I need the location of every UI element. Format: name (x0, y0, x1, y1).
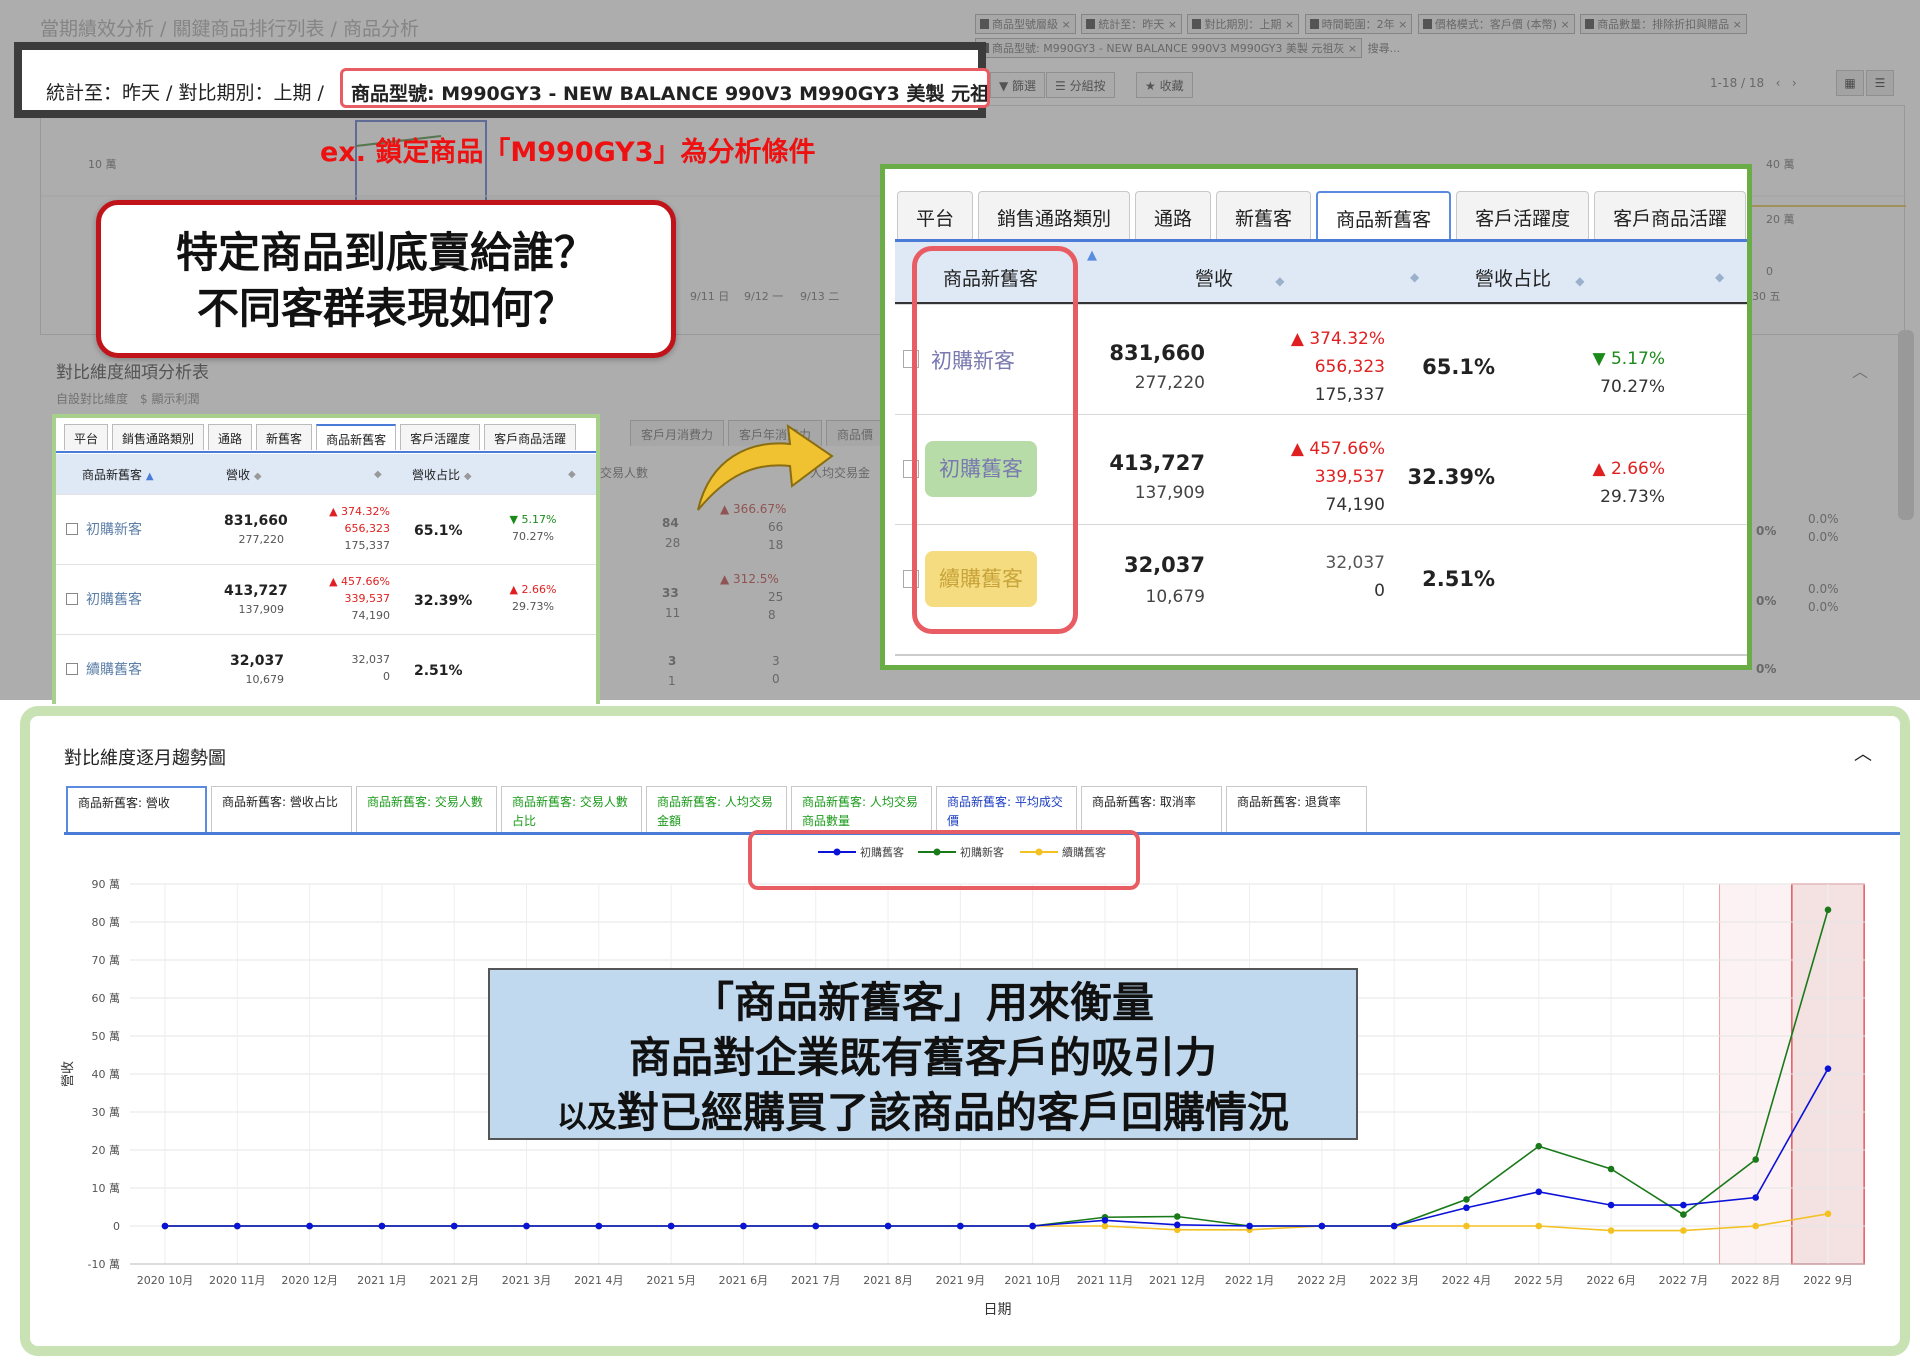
x-tick-label: 2021 4月 (574, 1274, 624, 1287)
explanation-note: 「商品新舊客」用來衡量 商品對企業既有舊客戶的吸引力 以及對已經購買了該商品的客… (488, 968, 1358, 1140)
data-point (234, 1222, 241, 1230)
data-point (1535, 1188, 1543, 1196)
x-tick-label: 2022 1月 (1225, 1274, 1275, 1287)
data-point (1463, 1204, 1470, 1212)
data-point (1246, 1222, 1253, 1230)
data-point (1535, 1222, 1543, 1230)
x-tick-label: 2021 1月 (357, 1274, 407, 1287)
data-point (1101, 1217, 1109, 1224)
x-tick-label: 2021 2月 (429, 1274, 479, 1287)
data-point (595, 1222, 603, 1230)
data-point (740, 1222, 747, 1230)
data-point (1535, 1142, 1543, 1150)
x-tick-label: 2021 7月 (791, 1274, 841, 1287)
data-point (1607, 1227, 1615, 1234)
data-point (1029, 1222, 1036, 1230)
y-tick-label: 0 (113, 1220, 120, 1233)
data-point (450, 1222, 458, 1230)
x-axis-label: 日期 (984, 1302, 1012, 1318)
data-point (1463, 1196, 1470, 1203)
data-point (1752, 1222, 1759, 1230)
x-tick-label: 2021 11月 (1077, 1274, 1134, 1287)
legend-highlight-box (748, 830, 1140, 890)
y-tick-label: 60 萬 (92, 992, 121, 1005)
x-tick-label: 2020 11月 (209, 1274, 266, 1287)
data-point (1824, 906, 1832, 914)
data-point (1390, 1222, 1398, 1230)
x-tick-label: 2020 10月 (137, 1274, 194, 1287)
x-tick-label: 2022 9月 (1803, 1274, 1853, 1287)
y-tick-label: 70 萬 (92, 954, 121, 967)
y-tick-label: -10 萬 (88, 1258, 120, 1271)
data-point (1680, 1227, 1687, 1234)
data-point (1173, 1213, 1181, 1220)
x-tick-label: 2020 12月 (281, 1274, 338, 1287)
x-tick-label: 2022 3月 (1369, 1274, 1419, 1287)
series-line (165, 1213, 1829, 1232)
x-tick-label: 2022 8月 (1731, 1274, 1781, 1287)
data-point (1680, 1201, 1687, 1209)
data-point (1101, 1222, 1109, 1230)
revenue-trend-chart: -10 萬 0 10 萬 20 萬 30 萬 40 萬 50 萬 60 萬 70 萬 80 萬 90… (61, 845, 1865, 1318)
x-tick-label: 2022 4月 (1442, 1274, 1492, 1287)
y-tick-label: 40 萬 (92, 1068, 121, 1081)
x-tick-label: 2021 3月 (502, 1274, 552, 1287)
x-tick-label: 2022 6月 (1586, 1274, 1636, 1287)
y-tick-label: 20 萬 (92, 1144, 121, 1157)
data-point (1607, 1165, 1615, 1173)
y-axis-label: 營收 (61, 1061, 76, 1087)
data-point (1752, 1156, 1759, 1163)
data-point (812, 1222, 820, 1230)
data-point (1824, 1065, 1832, 1072)
x-tick-label: 2022 5月 (1514, 1274, 1564, 1287)
y-tick-label: 30 萬 (92, 1106, 121, 1119)
data-point (523, 1222, 530, 1230)
x-tick-label: 2021 9月 (936, 1274, 986, 1287)
x-tick-label: 2021 6月 (719, 1274, 769, 1287)
x-tick-label: 2022 7月 (1659, 1274, 1709, 1287)
x-tick-label: 2022 2月 (1297, 1274, 1347, 1287)
data-point (667, 1222, 675, 1230)
y-tick-label: 10 萬 (92, 1182, 121, 1195)
data-point (378, 1222, 386, 1230)
data-point (161, 1222, 169, 1230)
x-tick-label: 2021 8月 (863, 1274, 913, 1287)
data-point (884, 1222, 892, 1230)
data-point (1752, 1194, 1759, 1201)
data-point (1318, 1222, 1326, 1230)
data-point (1607, 1201, 1615, 1209)
y-tick-label: 50 萬 (92, 1030, 121, 1043)
screenshot-root: 當期績效分析 / 關鍵商品排行列表 / 商品分析 商品型號層級 × 統計至：昨天… (0, 0, 1920, 1363)
data-point (1824, 1210, 1832, 1218)
data-point (1680, 1211, 1687, 1218)
x-tick-label: 2021 12月 (1149, 1274, 1206, 1287)
x-tick-label: 2021 5月 (646, 1274, 696, 1287)
data-point (1173, 1221, 1181, 1229)
data-point (957, 1222, 964, 1230)
data-point (1463, 1222, 1470, 1230)
y-tick-label: 80 萬 (92, 916, 121, 929)
x-tick-label: 2021 10月 (1004, 1274, 1061, 1287)
data-point (306, 1222, 313, 1230)
y-tick-label: 90 萬 (92, 878, 121, 891)
